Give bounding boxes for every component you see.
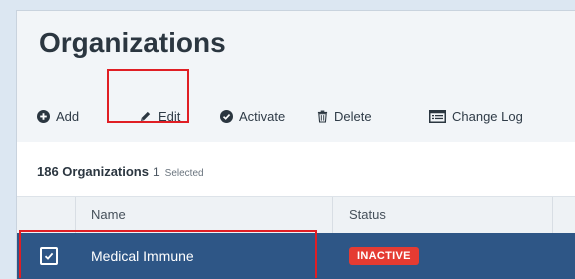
trash-icon [317,110,328,123]
activate-label: Activate [239,108,286,124]
list-icon [429,109,446,123]
change-log-button[interactable]: Change Log [429,106,523,126]
organization-count: 186 Organizations [37,164,149,179]
edit-highlight-box [107,69,189,123]
delete-label: Delete [334,108,372,124]
selected-count: 1 [152,165,160,179]
row-highlight-box [19,230,317,278]
check-circle-icon [220,109,233,123]
table-header: Name Status [17,196,575,233]
page-title: Organizations [39,27,226,58]
delete-button[interactable]: Delete [317,106,372,126]
select-column-header [17,197,76,233]
change-log-label: Change Log [452,108,523,124]
add-button[interactable]: Add [37,106,79,126]
results-summary: 186 Organizations 1 Selected [37,164,204,179]
add-label: Add [56,108,80,124]
row-status-cell: INACTIVE [333,233,553,279]
column-header-name[interactable]: Name [75,197,333,233]
page-header: Organizations [17,11,575,86]
plus-circle-icon [37,109,50,123]
toolbar: Add Edit Activate Delete Change Log [17,86,575,142]
selected-label: Selected [164,168,204,179]
activate-button[interactable]: Activate [220,106,285,126]
column-header-status[interactable]: Status [333,197,553,233]
status-badge: INACTIVE [349,247,419,265]
